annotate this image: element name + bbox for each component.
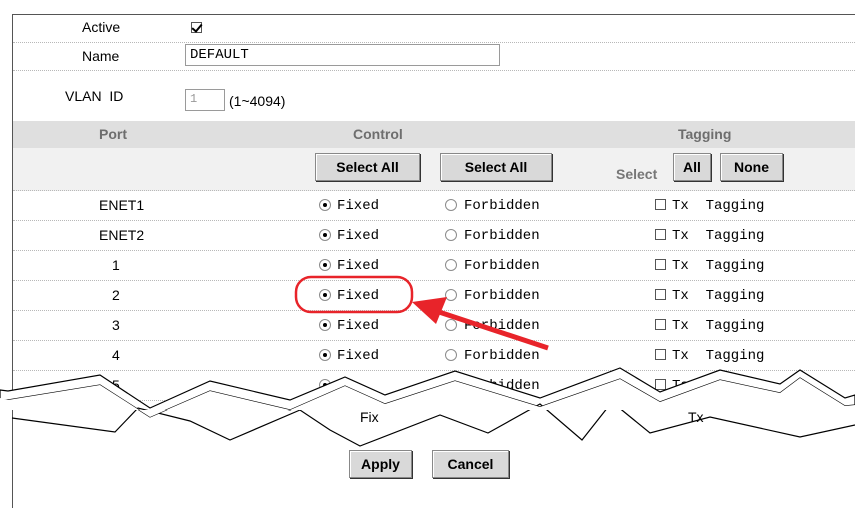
vlan-row: VLAN ID 1 (1~4094) bbox=[13, 70, 855, 121]
tx-tagging-checkbox[interactable] bbox=[655, 289, 666, 300]
tx-tagging-checkbox[interactable] bbox=[655, 319, 666, 330]
table-row: 4 Fixed Forbidden Tx Tagging bbox=[13, 340, 855, 371]
fixed-radio[interactable] bbox=[319, 229, 331, 241]
port-name: 4 bbox=[112, 347, 120, 363]
tx-tagging-label: Tx Tagging bbox=[672, 348, 765, 364]
tx-tagging-label: Tx Tagging bbox=[672, 258, 765, 274]
fixed-label: Fixed bbox=[337, 228, 380, 244]
port-name: 5 bbox=[112, 377, 120, 393]
tx-tagging-checkbox[interactable] bbox=[655, 229, 666, 240]
tx-tagging-label: Tx Tagging bbox=[672, 318, 765, 334]
forbidden-label: Forbidden bbox=[464, 228, 540, 244]
name-input[interactable]: DEFAULT bbox=[185, 44, 500, 66]
table-row: 5 Forbidden Taggi bbox=[13, 370, 855, 401]
tx-tagging-checkbox[interactable] bbox=[655, 349, 666, 360]
port-name: ENET2 bbox=[99, 227, 145, 243]
forbidden-label: Forbidden bbox=[464, 288, 540, 304]
tagging-select-label: Select bbox=[616, 166, 658, 182]
forbidden-label: Forbidden bbox=[464, 198, 540, 214]
fixed-label: Fixed bbox=[337, 348, 380, 364]
forbidden-radio[interactable] bbox=[445, 259, 457, 271]
fixed-radio[interactable] bbox=[319, 349, 331, 361]
tx-tagging-label: Taggi bbox=[672, 378, 715, 394]
table-header: Port Control Tagging bbox=[13, 121, 855, 148]
fixed-radio[interactable] bbox=[319, 199, 331, 211]
fixed-label: Fixed bbox=[337, 198, 380, 214]
tagging-column-header: Tagging bbox=[678, 126, 732, 142]
name-label: Name bbox=[82, 48, 120, 64]
tagging-none-button[interactable]: None bbox=[720, 153, 783, 181]
table-row: ENET1 Fixed Forbidden Tx Tagging bbox=[13, 190, 855, 221]
control-column-header: Control bbox=[353, 126, 403, 142]
active-checkbox[interactable] bbox=[191, 22, 202, 33]
tx-tagging-label: Tx Tagging bbox=[672, 198, 765, 214]
fixed-label: Fixed bbox=[337, 318, 380, 334]
port-name: 2 bbox=[112, 287, 120, 303]
forbidden-radio[interactable] bbox=[445, 199, 457, 211]
apply-button[interactable]: Apply bbox=[349, 450, 412, 478]
forbidden-label: Forbidden bbox=[464, 318, 540, 334]
partial-tx-label: Tx bbox=[688, 409, 704, 425]
name-row: Name DEFAULT bbox=[13, 42, 855, 71]
tx-tagging-label: Tx Tagging bbox=[672, 228, 765, 244]
port-name: 3 bbox=[112, 317, 120, 333]
table-row: 3 Fixed Forbidden Tx Tagging bbox=[13, 310, 855, 341]
select-row: Select All Select All Select All None bbox=[13, 148, 855, 191]
table-row: 1 Fixed Forbidden Tx Tagging bbox=[13, 250, 855, 281]
cancel-button[interactable]: Cancel bbox=[432, 450, 509, 478]
forbidden-label: Forbidden bbox=[464, 258, 540, 274]
tx-tagging-checkbox[interactable] bbox=[655, 199, 666, 210]
table-row: ENET2 Fixed Forbidden Tx Tagging bbox=[13, 220, 855, 251]
port-name: 1 bbox=[112, 257, 120, 273]
fixed-radio[interactable] bbox=[319, 289, 331, 301]
fixed-radio[interactable] bbox=[319, 379, 331, 391]
table-row: 2 Fixed Forbidden Tx Tagging bbox=[13, 280, 855, 311]
tagging-all-button[interactable]: All bbox=[673, 153, 711, 181]
port-name: ENET1 bbox=[99, 197, 145, 213]
partial-fixed-label: Fix bbox=[360, 409, 379, 425]
fixed-radio[interactable] bbox=[319, 259, 331, 271]
forbidden-radio[interactable] bbox=[445, 379, 457, 391]
vlan-id-label: VLAN ID bbox=[65, 88, 124, 104]
active-row: Active bbox=[13, 14, 855, 43]
vlan-id-input[interactable]: 1 bbox=[185, 89, 225, 111]
fixed-label: Fixed bbox=[337, 258, 380, 274]
forbidden-radio[interactable] bbox=[445, 289, 457, 301]
tx-tagging-checkbox[interactable] bbox=[655, 259, 666, 270]
tx-tagging-checkbox[interactable] bbox=[655, 379, 666, 390]
forbidden-radio[interactable] bbox=[445, 229, 457, 241]
forbidden-radio[interactable] bbox=[445, 319, 457, 331]
fixed-radio[interactable] bbox=[319, 319, 331, 331]
port-column-header: Port bbox=[99, 126, 127, 142]
vlan-range-hint: (1~4094) bbox=[229, 93, 286, 109]
tx-tagging-label: Tx Tagging bbox=[672, 288, 765, 304]
forbidden-label: Forbidden bbox=[464, 348, 540, 364]
select-all-fixed-button[interactable]: Select All bbox=[315, 153, 420, 181]
forbidden-radio[interactable] bbox=[445, 349, 457, 361]
fixed-label: Fixed bbox=[337, 288, 380, 304]
select-all-forbidden-button[interactable]: Select All bbox=[440, 153, 552, 181]
active-label: Active bbox=[82, 19, 121, 35]
forbidden-label: Forbidden bbox=[464, 378, 540, 394]
